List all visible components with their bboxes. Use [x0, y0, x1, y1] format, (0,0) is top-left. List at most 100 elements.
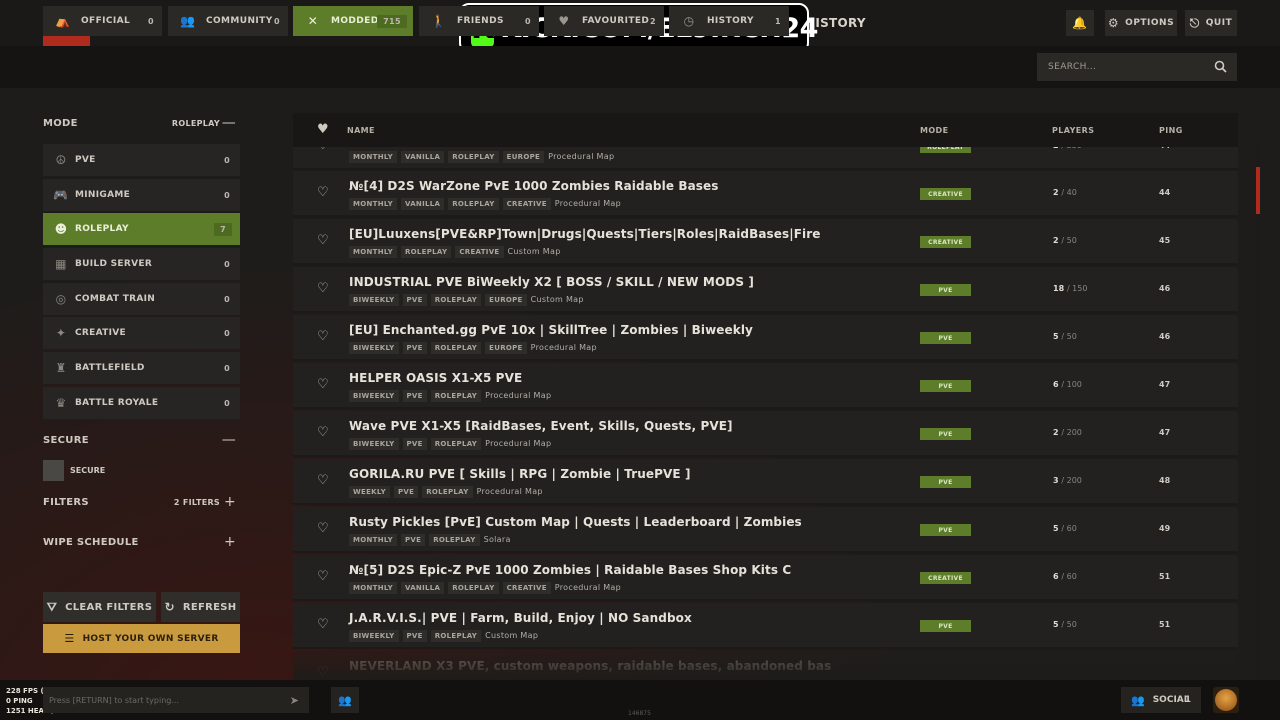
tab-official[interactable]: ⛺ OFFICIAL 0	[43, 6, 162, 36]
tab-modded[interactable]: ✕ MODDED 715	[293, 6, 413, 36]
server-name: Rusty Pickles [PvE] Custom Map | Quests …	[349, 515, 802, 529]
favourite-heart-icon[interactable]: ♡	[317, 425, 329, 440]
ping-value: 47	[1159, 380, 1171, 389]
favourite-heart-icon[interactable]: ♡	[317, 569, 329, 584]
server-tags: MONTHLY VANILLA ROLEPLAY EUROPE Procedural M…	[349, 151, 614, 163]
players-max: / 50	[1061, 236, 1077, 245]
mode-item-battlefield[interactable]: ♜ BATTLEFIELD 0	[43, 352, 240, 384]
favourite-heart-icon[interactable]: ♡	[317, 233, 329, 248]
server-tag: BIWEEKLY	[349, 294, 399, 306]
search-placeholder: SEARCH...	[1048, 62, 1097, 72]
notifications-button[interactable]: 🔔	[1066, 10, 1094, 36]
favourite-heart-icon[interactable]: ♡	[317, 281, 329, 296]
server-tag: VANILLA	[400, 582, 445, 594]
server-tag: EUROPE	[485, 342, 527, 354]
column-players[interactable]: PLAYERS	[1052, 126, 1094, 135]
server-tag: ROLEPLAY	[448, 198, 499, 210]
table-row[interactable]: ♡ HELPER OASIS X1-X5 PVE BIWEEKLY PVE ROLEPL…	[293, 363, 1238, 409]
table-row[interactable]: ♡ GORILA.RU PVE [ Skills | RPG | Zombie |…	[293, 459, 1238, 505]
server-name: [EU] Enchanted.gg PvE 10x | SkillTree | …	[349, 323, 753, 337]
favourite-column-icon[interactable]: ♥	[317, 122, 329, 137]
favourite-heart-icon[interactable]: ♡	[317, 617, 329, 632]
mode-item-roleplay[interactable]: ☻ ROLEPLAY 7	[43, 213, 240, 245]
favourite-heart-icon[interactable]: ♡	[317, 377, 329, 392]
table-row[interactable]: ♡ Wave PVE X1-X5 [RaidBases, Event, Skill…	[293, 411, 1238, 457]
players-max: / 150	[1066, 284, 1088, 293]
server-map: Procedural Map	[485, 391, 552, 400]
server-tag: CREATIVE	[502, 582, 551, 594]
filters-header[interactable]: FILTERS 2 FILTERS +	[43, 491, 240, 513]
mode-item-minigame[interactable]: 🎮 MINIGAME 0	[43, 179, 240, 211]
tab-history[interactable]: ◷ HISTORY 1	[669, 6, 789, 36]
table-row[interactable]: ♡ J.A.R.V.I.S.| PVE | Farm, Build, Enjoy …	[293, 603, 1238, 649]
refresh-button[interactable]: ↻ REFRESH	[161, 592, 240, 622]
wipe-label: WIPE SCHEDULE	[43, 536, 139, 548]
mode-item-label: BATTLEFIELD	[75, 363, 145, 373]
server-tag: BIWEEKLY	[349, 438, 399, 450]
server-name: HELPER OASIS X1-X5 PVE	[349, 371, 523, 385]
mode-item-pve[interactable]: ☮ PVE 0	[43, 144, 240, 176]
secure-header[interactable]: SECURE —	[43, 429, 240, 451]
mode-item-battle-royale[interactable]: ♛ BATTLE ROYALE 0	[43, 387, 240, 419]
table-row[interactable]: ♡ [EU]Luuxens[PVE&RP]Town|Drugs|Quests|Ti…	[293, 219, 1238, 265]
search-icon	[1214, 60, 1227, 73]
server-tag: MONTHLY	[349, 534, 397, 546]
tab-favourited[interactable]: ♥ FAVOURITED 2	[544, 6, 664, 36]
collapse-icon[interactable]: —	[222, 115, 236, 131]
mode-item-build-server[interactable]: ▦ BUILD SERVER 0	[43, 248, 240, 280]
tab-friends[interactable]: 🚶 FRIENDS 0	[419, 6, 539, 36]
filters-label: FILTERS	[43, 496, 89, 508]
mode-item-count: 0	[224, 363, 230, 373]
server-tag: WEEKLY	[349, 486, 390, 498]
mode-badge: CREATIVE	[920, 572, 971, 584]
server-map: Procedural Map	[554, 199, 621, 208]
scrollbar-track[interactable]	[1256, 147, 1260, 680]
scrollbar-thumb[interactable]	[1256, 167, 1260, 214]
send-icon[interactable]: ➤	[290, 694, 299, 707]
tab-community[interactable]: 👥 COMMUNITY 0	[168, 6, 288, 36]
table-row[interactable]: ♡ [EU] Enchanted.gg PvE 10x | SkillTree |…	[293, 315, 1238, 361]
mode-item-creative[interactable]: ✦ CREATIVE 0	[43, 317, 240, 349]
host-server-button[interactable]: ☰ HOST YOUR OWN SERVER	[43, 624, 240, 653]
expand-icon[interactable]: +	[224, 494, 236, 510]
collapse-icon[interactable]: —	[222, 432, 236, 448]
expand-icon[interactable]: +	[224, 534, 236, 550]
quit-button[interactable]: ⎋ QUIT	[1185, 10, 1237, 36]
players-current: 18	[1053, 284, 1065, 293]
server-tag: ROLEPLAY	[430, 294, 482, 306]
table-row[interactable]: ♡ Rusty Pickles [PvE] Custom Map | Quests…	[293, 507, 1238, 553]
column-name[interactable]: NAME	[347, 126, 375, 135]
mode-label: MODE	[43, 117, 78, 129]
column-mode[interactable]: MODE	[920, 126, 948, 135]
server-map: Procedural Map	[530, 343, 597, 352]
refresh-label: REFRESH	[182, 601, 237, 613]
table-row[interactable]: ♡ №[4] D2S WarZone PvE 1000 Zombies Raida…	[293, 171, 1238, 217]
gear-icon: ⚙	[1107, 16, 1120, 30]
table-row[interactable]: ♡ №[5] D2S Epic-Z PvE 1000 Zombies | Raid…	[293, 555, 1238, 601]
mode-header[interactable]: MODE ROLEPLAY —	[43, 112, 240, 134]
server-tag: ROLEPLAY	[400, 246, 452, 258]
list-fade	[293, 650, 1238, 680]
secure-checkbox[interactable]	[43, 460, 64, 481]
social-button[interactable]: 👥 SOCIAL 1	[1121, 687, 1201, 713]
favourite-heart-icon[interactable]: ♡	[317, 521, 329, 536]
search-input[interactable]: SEARCH...	[1037, 53, 1237, 81]
tab-count: 0	[148, 16, 154, 26]
favourite-heart-icon[interactable]: ♡	[317, 185, 329, 200]
table-row[interactable]: ♡ INDUSTRIAL PVE BiWeekly X2 [ BOSS / SKI…	[293, 267, 1238, 313]
player-count: 2 / 200	[1053, 428, 1082, 437]
favourite-heart-icon[interactable]: ♡	[317, 329, 329, 344]
tab-count: 2	[650, 16, 656, 26]
clear-filters-button[interactable]: ⛛ CLEAR FILTERS	[43, 592, 156, 622]
wipe-schedule-header[interactable]: WIPE SCHEDULE +	[43, 531, 240, 553]
chat-input[interactable]: Press [RETURN] to start typing... ➤	[43, 687, 309, 713]
party-button[interactable]: 👥	[331, 687, 359, 713]
column-ping[interactable]: PING	[1159, 126, 1183, 135]
avatar[interactable]	[1213, 687, 1239, 713]
mode-item-combat-train[interactable]: ◎ COMBAT TRAIN 0	[43, 283, 240, 315]
favourite-heart-icon[interactable]: ♡	[317, 473, 329, 488]
server-tag: PVE	[393, 486, 419, 498]
server-tags: MONTHLY VANILLA ROLEPLAY CREATIVE Procedural…	[349, 198, 621, 210]
options-button[interactable]: ⚙ OPTIONS	[1105, 10, 1177, 36]
players-current: 2	[1053, 236, 1059, 245]
